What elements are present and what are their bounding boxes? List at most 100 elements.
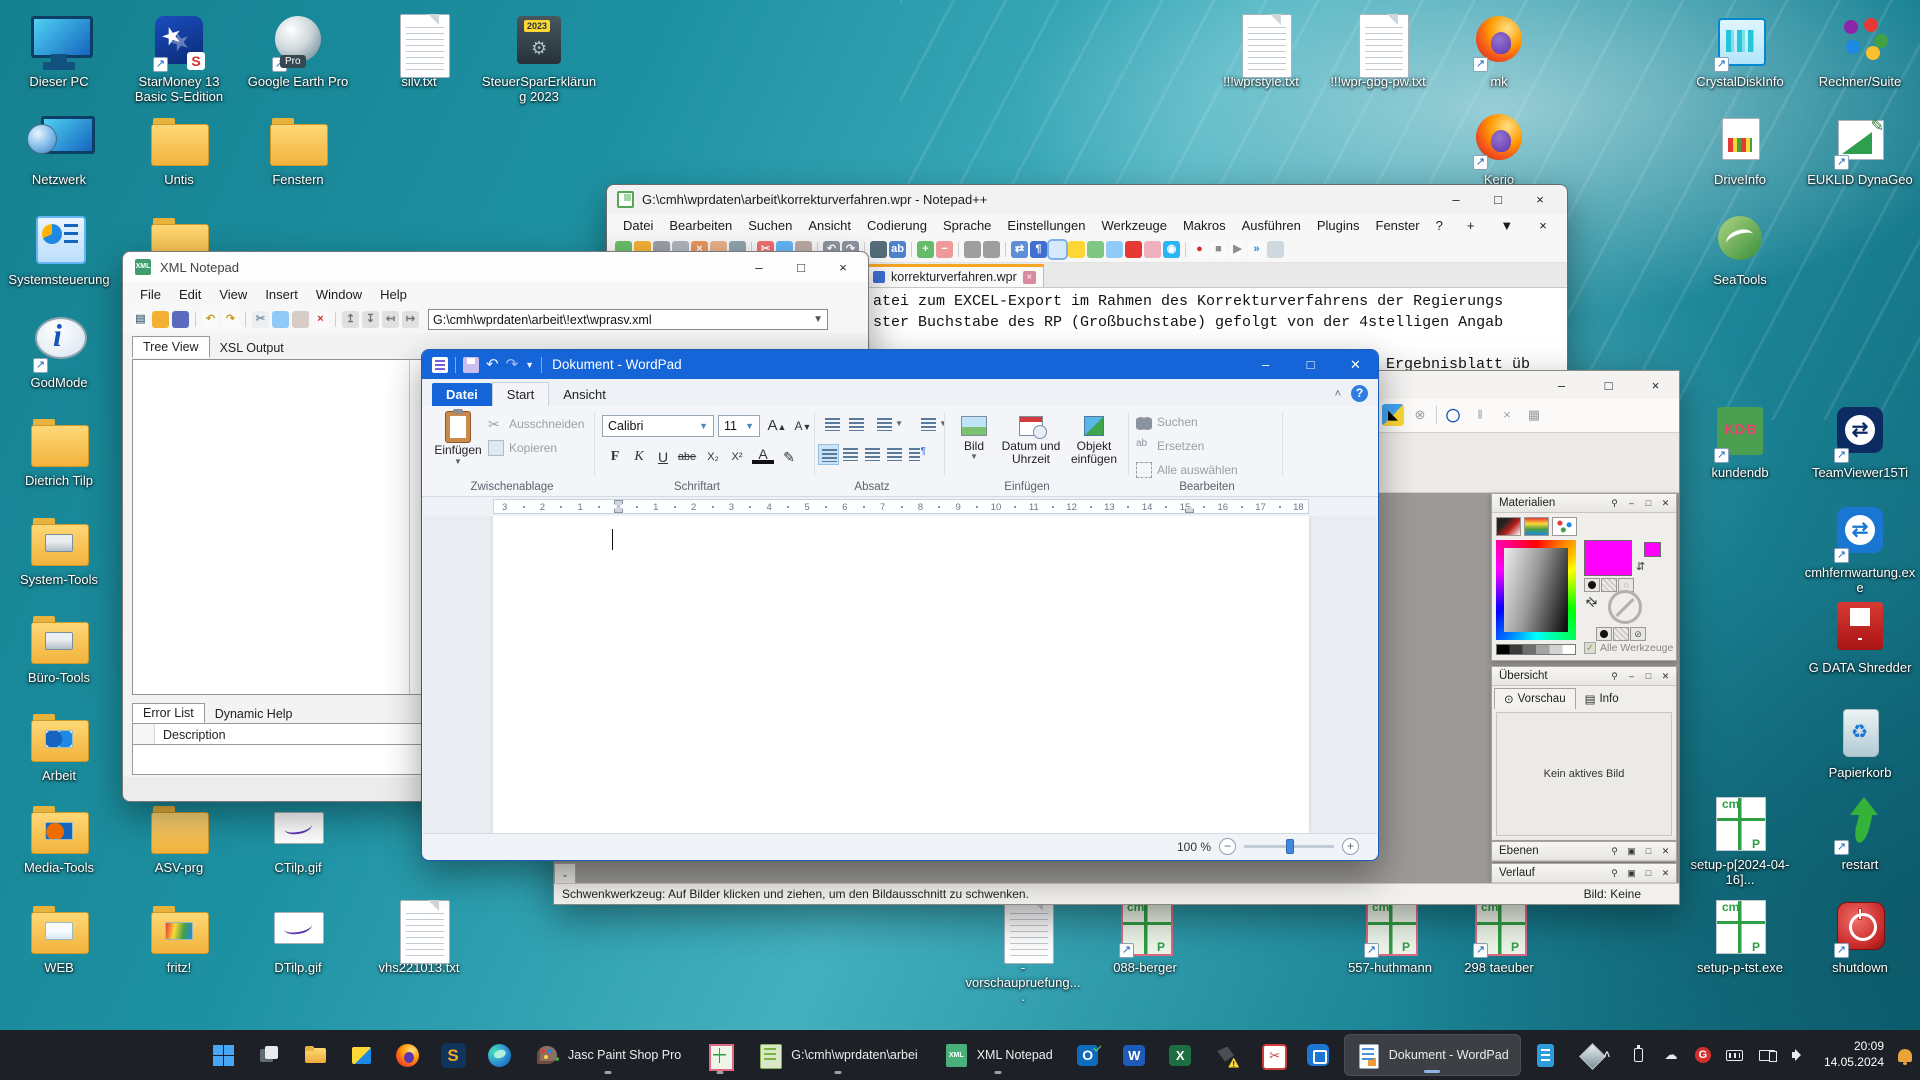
save-icon[interactable] [463, 357, 479, 373]
desktop-icon-ctilp-gif[interactable]: CTilp.gif [240, 800, 356, 876]
taskbar-start-button[interactable] [202, 1034, 244, 1076]
open-folder-icon[interactable] [152, 311, 169, 328]
doc-switcher-icon[interactable] [1106, 241, 1123, 258]
align-left-icon[interactable] [818, 444, 839, 465]
stop-icon[interactable]: ■ [1210, 241, 1227, 258]
taskbar-cmh-app-window-button[interactable] [696, 1034, 743, 1076]
select-all-button[interactable]: Alle auswählen [1136, 462, 1238, 478]
close-icon[interactable]: ✕ [1659, 868, 1672, 879]
zoom-slider-thumb[interactable] [1286, 839, 1294, 854]
tab-controls[interactable] [1557, 283, 1567, 287]
desktop-icon-driveinfo[interactable]: DriveInfo [1682, 112, 1798, 188]
xml-notepad-menu-insert[interactable]: Insert [256, 285, 307, 304]
desktop-icon-mk[interactable]: ↗mk [1441, 14, 1557, 90]
xml-notepad-menu-window[interactable]: Window [307, 285, 371, 304]
project-folder-icon[interactable] [1144, 241, 1161, 258]
desktop-icon-netzwerk[interactable]: Netzwerk [1, 112, 117, 188]
zoom-out-icon[interactable]: − [936, 241, 953, 258]
replace-button[interactable]: ab Ersetzen [1136, 438, 1204, 454]
minimize-icon[interactable]: – [1625, 498, 1638, 509]
show-symbols-icon[interactable]: ¶ [1030, 241, 1047, 258]
left-indent-marker[interactable] [614, 506, 623, 513]
desktop-icon-shutdown[interactable]: ↗shutdown [1802, 900, 1918, 976]
swap-colors-icon[interactable]: ⇵ [1636, 560, 1645, 573]
notepadpp-menu-codierung[interactable]: Codierung [859, 216, 935, 235]
desktop-icon-teamviewer15ti[interactable]: ↗TeamViewer15Ti [1802, 405, 1918, 481]
float-icon[interactable]: ▣ [1625, 868, 1638, 879]
color-style-icon[interactable] [1596, 627, 1612, 641]
desktop-icon-systemsteuerung[interactable]: Systemsteuerung [1, 212, 117, 288]
taskbar-app-drive-button[interactable] [340, 1034, 382, 1076]
taskbar-excel-button[interactable] [1160, 1034, 1202, 1076]
notepadpp-menu-datei[interactable]: Datei [615, 216, 661, 235]
taskbar-xml-notepad-window-button[interactable]: XML Notepad [933, 1034, 1064, 1076]
pin-icon[interactable]: ⚲ [1608, 846, 1621, 857]
zoom-in-icon[interactable]: + [1342, 838, 1359, 855]
tab-preview[interactable]: ⊙Vorschau [1494, 688, 1576, 709]
desktop-icon-starmoney-13-basic-s-edition[interactable]: S↗StarMoney 13 Basic S-Edition [121, 14, 237, 104]
maximize-icon[interactable]: □ [780, 252, 822, 282]
taskbar-firefox-button[interactable] [386, 1034, 428, 1076]
taskbar-wordpad-window-button[interactable]: Dokument - WordPad [1344, 1034, 1521, 1076]
first-line-indent-marker[interactable] [614, 500, 623, 507]
document-page[interactable] [493, 516, 1309, 833]
save-grid-icon[interactable]: ▦ [1523, 404, 1545, 426]
maximize-icon[interactable]: □ [1642, 868, 1655, 879]
pin-icon[interactable]: ⚲ [1608, 671, 1621, 682]
bold-icon[interactable]: F [604, 446, 626, 468]
desktop-icon-papierkorb[interactable]: Papierkorb [1802, 705, 1918, 781]
close-icon[interactable]: ✕ [1659, 846, 1672, 857]
tab-dynamic-help[interactable]: Dynamic Help [205, 705, 303, 723]
pin-icon[interactable]: ⚲ [1608, 868, 1621, 879]
tab-control-icon[interactable]: ▼ [1492, 216, 1521, 235]
desktop-icon-088-berger[interactable]: P↗088-berger [1087, 900, 1203, 976]
desktop-icon-seatools[interactable]: SeaTools [1682, 212, 1798, 288]
desktop-icon-media-tools[interactable]: Media-Tools [1, 800, 117, 876]
undo-icon[interactable]: ↶ [486, 357, 499, 373]
notepadpp-menu-suchen[interactable]: Suchen [740, 216, 800, 235]
line-spacing-icon[interactable]: ▼ [918, 414, 939, 435]
target-icon[interactable]: ◯ [1442, 404, 1464, 426]
save-icon[interactable] [172, 311, 189, 328]
desktop-icon-system-tools[interactable]: System-Tools [1, 512, 117, 588]
checkbox-icon[interactable]: ✓ [1584, 642, 1596, 654]
swap-materials-icon[interactable]: ⇄ [1582, 592, 1601, 611]
wordpad-titlebar[interactable]: ↶ ↷ ▼ Dokument - WordPad – □ ✕ [422, 350, 1378, 379]
desktop-icon-steuersparerkl-rung-2023[interactable]: ⚙SteuerSparErklärung 2023 [481, 14, 597, 104]
chevron-down-icon[interactable]: ▼ [813, 314, 823, 325]
taskbar-notes-app-button[interactable] [1525, 1034, 1567, 1076]
desktop-icon--wprstyle-txt[interactable]: !!!wprstyle.txt [1203, 14, 1319, 90]
cast-icon[interactable] [1754, 1040, 1780, 1070]
font-family-select[interactable]: Calibri▼ [602, 415, 714, 437]
sync-h-icon[interactable] [983, 241, 1000, 258]
wordpad-app-icon[interactable] [432, 357, 448, 373]
desktop-icon-298-taeuber[interactable]: P↗298 taeuber [1441, 900, 1557, 976]
wordpad-document-area[interactable] [423, 516, 1377, 833]
color-style-icon[interactable] [1584, 578, 1600, 592]
taskbar-notepad-plus-plus-window-button[interactable]: G:\cmh\wprdaten\arbei [747, 1034, 928, 1076]
close-icon[interactable]: × [822, 252, 864, 282]
ff-icon[interactable]: » [1248, 241, 1265, 258]
highlight-icon[interactable]: ✎ [778, 446, 800, 468]
taskbar-jasc-paint-shop-pro-window-button[interactable]: Jasc Paint Shop Pro [524, 1034, 692, 1076]
notepadpp-tab[interactable]: korrekturverfahren.wpr × [865, 264, 1044, 287]
desktop-icon-silv-txt[interactable]: silv.txt [361, 14, 477, 90]
copy-icon[interactable] [272, 311, 289, 328]
close-icon[interactable]: ✕ [1333, 350, 1378, 379]
maximize-icon[interactable]: □ [1477, 185, 1519, 214]
desktop-icon-rechner-suite[interactable]: Rechner/Suite [1802, 14, 1918, 90]
desktop-icon-cmhfernwartung-exe[interactable]: ↗cmhfernwartung.exe [1802, 505, 1918, 595]
decrease-indent-icon[interactable] [822, 414, 843, 435]
maximize-icon[interactable]: □ [1288, 350, 1333, 379]
xml-notepad-titlebar[interactable]: XML XML Notepad – □ × [123, 252, 868, 282]
notepadpp-menu-fenster[interactable]: Fenster [1368, 216, 1428, 235]
minimize-icon[interactable]: – [738, 252, 780, 282]
tab-ansicht[interactable]: Ansicht [549, 383, 620, 406]
wrap-icon[interactable]: ⇄ [1011, 241, 1028, 258]
macro-pen-icon[interactable] [1125, 241, 1142, 258]
paste-button[interactable]: Einfügen ▼ [434, 411, 482, 479]
notepadpp-menu-ansicht[interactable]: Ansicht [800, 216, 859, 235]
desktop-icon-crystaldiskinfo[interactable]: ↗CrystalDiskInfo [1682, 14, 1798, 90]
onedrive-cloud-icon[interactable]: ☁ [1658, 1040, 1684, 1070]
desktop-icon-g-data-shredder[interactable]: G DATA Shredder [1802, 600, 1918, 676]
